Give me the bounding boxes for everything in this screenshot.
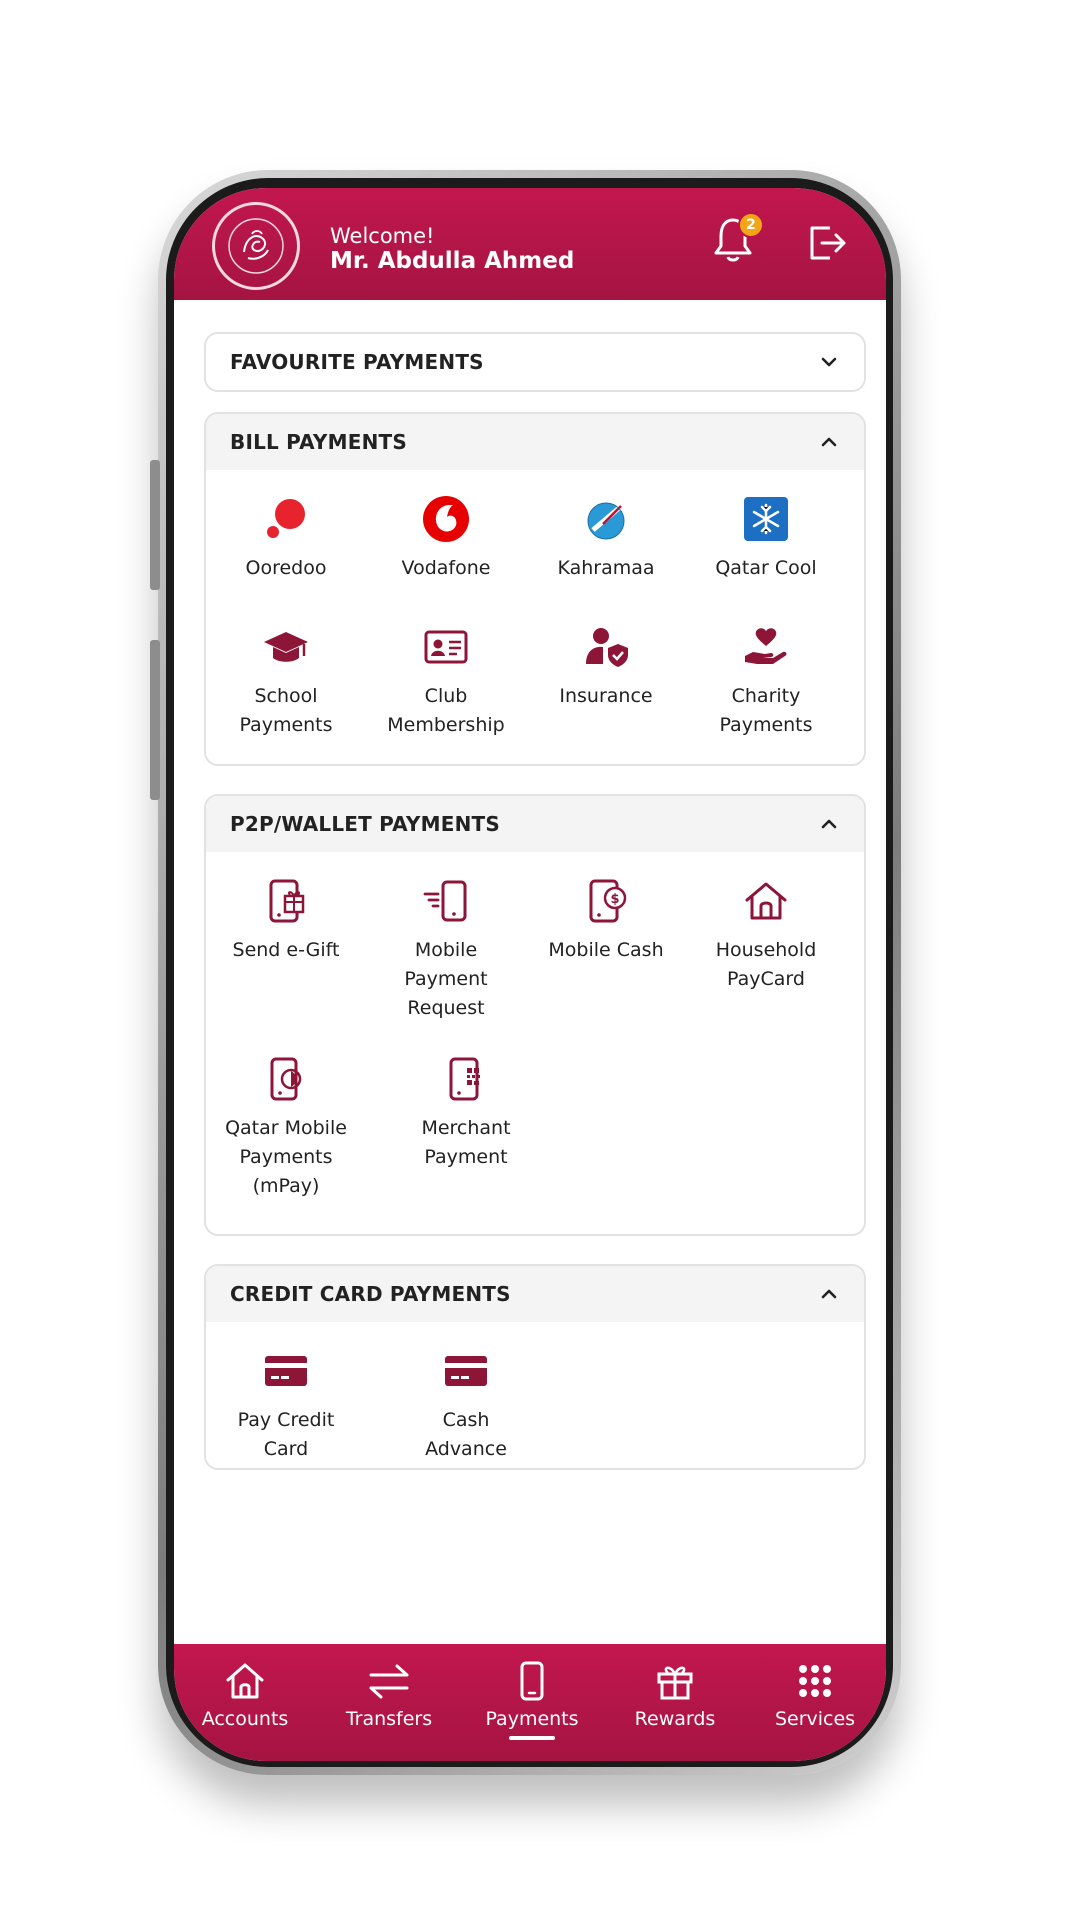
tile-label: Merchant Payment [421, 1117, 511, 1168]
tile-label: Pay Credit Card [237, 1409, 335, 1460]
p2p-item-send-e-gift[interactable]: Send e-Gift [206, 874, 366, 965]
kahramaa-icon [579, 492, 633, 546]
app-screen: Welcome! Mr. Abdulla Ahmed 2 FAVOURITE P… [174, 188, 886, 1761]
tile-label: Insurance [559, 685, 653, 707]
nav-label: Payments [485, 1708, 579, 1730]
transfer-arrows-icon [366, 1658, 412, 1704]
bill-item-school-payments[interactable]: School Payments [206, 620, 366, 740]
nav-payments[interactable]: Payments [467, 1658, 597, 1740]
credit-item-pay-credit-card[interactable]: Pay Credit Card [206, 1344, 366, 1464]
tile-label: Send e-Gift [232, 939, 340, 961]
notification-badge: 2 [738, 212, 764, 238]
home-icon [222, 1658, 268, 1704]
bottom-navigation: Accounts Transfers Payments Rewards Serv… [174, 1644, 886, 1761]
bill-payments-section: BILL PAYMENTS Ooredoo Vodafone Kahramaa … [204, 412, 866, 766]
bill-item-insurance[interactable]: Insurance [526, 620, 686, 711]
bill-item-qatar-cool[interactable]: Qatar Cool [686, 492, 846, 583]
svg-text:$: $ [610, 892, 619, 907]
tile-label: Vodafone [401, 557, 491, 579]
p2p-item-household-paycard[interactable]: Household PayCard [686, 874, 846, 994]
hand-heart-icon [739, 620, 793, 674]
nav-label: Transfers [345, 1708, 433, 1730]
p2p-wallet-payments-section: P2P/WALLET PAYMENTS Send e-Gift Mobile P… [204, 794, 866, 1236]
phone-qr-icon [439, 1052, 493, 1106]
section-title: CREDIT CARD PAYMENTS [230, 1282, 511, 1306]
tile-label: Cash Advance [425, 1409, 507, 1460]
qatar-cool-icon [739, 492, 793, 546]
nav-services[interactable]: Services [750, 1658, 880, 1730]
bill-item-charity-payments[interactable]: Charity Payments [686, 620, 846, 740]
person-shield-icon [579, 620, 633, 674]
bill-payments-header[interactable]: BILL PAYMENTS [206, 414, 864, 470]
phone-mpay-icon [259, 1052, 313, 1106]
logout-button[interactable] [804, 220, 852, 268]
tile-label: Ooredoo [245, 557, 327, 579]
nav-label: Accounts [201, 1708, 289, 1730]
phone-request-icon [419, 874, 473, 928]
tile-label: Club Membership [387, 685, 505, 736]
ooredoo-icon [259, 492, 313, 546]
chevron-up-icon [821, 819, 837, 829]
active-tab-indicator [509, 1736, 555, 1740]
notification-button[interactable]: 2 [710, 212, 766, 268]
credit-card-icon [259, 1344, 313, 1398]
tile-label: Household PayCard [715, 939, 817, 990]
tile-label: Mobile Payment Request [404, 939, 488, 1019]
credit-card-payments-section: CREDIT CARD PAYMENTS Pay Credit Card Cas… [204, 1264, 866, 1470]
tile-label: Kahramaa [557, 557, 655, 579]
bill-item-ooredoo[interactable]: Ooredoo [206, 492, 366, 583]
graduation-cap-icon [259, 620, 313, 674]
gift-icon [652, 1658, 698, 1704]
credit-item-cash-advance[interactable]: Cash Advance [386, 1344, 546, 1464]
vodafone-icon [419, 492, 473, 546]
grid-dots-icon [792, 1658, 838, 1704]
nav-transfers[interactable]: Transfers [324, 1658, 454, 1730]
credit-card-payments-header[interactable]: CREDIT CARD PAYMENTS [206, 1266, 864, 1322]
nav-accounts[interactable]: Accounts [180, 1658, 310, 1730]
p2p-item-qatar-mobile-payments[interactable]: Qatar Mobile Payments (mPay) [206, 1052, 366, 1201]
phone-cash-icon: $ [579, 874, 633, 928]
credit-card-icon [439, 1344, 493, 1398]
welcome-text: Welcome! [330, 224, 435, 248]
favourite-payments-section: FAVOURITE PAYMENTS [204, 332, 866, 392]
tile-label: Qatar Mobile Payments (mPay) [225, 1117, 347, 1197]
p2p-item-mobile-cash[interactable]: $ Mobile Cash [526, 874, 686, 965]
p2p-item-merchant-payment[interactable]: Merchant Payment [386, 1052, 546, 1172]
bill-item-kahramaa[interactable]: Kahramaa [526, 492, 686, 583]
logout-icon [810, 226, 846, 260]
tile-label: School Payments [239, 685, 333, 736]
bill-item-club-membership[interactable]: Club Membership [366, 620, 526, 740]
house-icon [739, 874, 793, 928]
phone-gift-icon [259, 874, 313, 928]
phone-icon [509, 1658, 555, 1704]
chevron-up-icon [821, 1289, 837, 1299]
app-header: Welcome! Mr. Abdulla Ahmed 2 [174, 188, 886, 300]
nav-rewards[interactable]: Rewards [610, 1658, 740, 1730]
tile-label: Mobile Cash [548, 939, 664, 961]
nav-label: Rewards [634, 1708, 716, 1730]
user-name: Mr. Abdulla Ahmed [330, 248, 575, 274]
phone-side-button [150, 460, 160, 590]
nav-label: Services [774, 1708, 856, 1730]
section-title: FAVOURITE PAYMENTS [230, 350, 484, 374]
section-title: BILL PAYMENTS [230, 430, 407, 454]
p2p-wallet-payments-header[interactable]: P2P/WALLET PAYMENTS [206, 796, 864, 852]
bill-item-vodafone[interactable]: Vodafone [366, 492, 526, 583]
section-title: P2P/WALLET PAYMENTS [230, 812, 500, 836]
id-card-icon [419, 620, 473, 674]
tile-label: Charity Payments [719, 685, 813, 736]
chevron-up-icon [821, 437, 837, 447]
bank-logo [212, 202, 300, 290]
phone-side-button [150, 640, 160, 800]
favourite-payments-header[interactable]: FAVOURITE PAYMENTS [206, 334, 864, 390]
chevron-down-icon [821, 357, 837, 367]
tile-label: Qatar Cool [715, 557, 817, 579]
p2p-item-mobile-payment-request[interactable]: Mobile Payment Request [366, 874, 526, 1023]
